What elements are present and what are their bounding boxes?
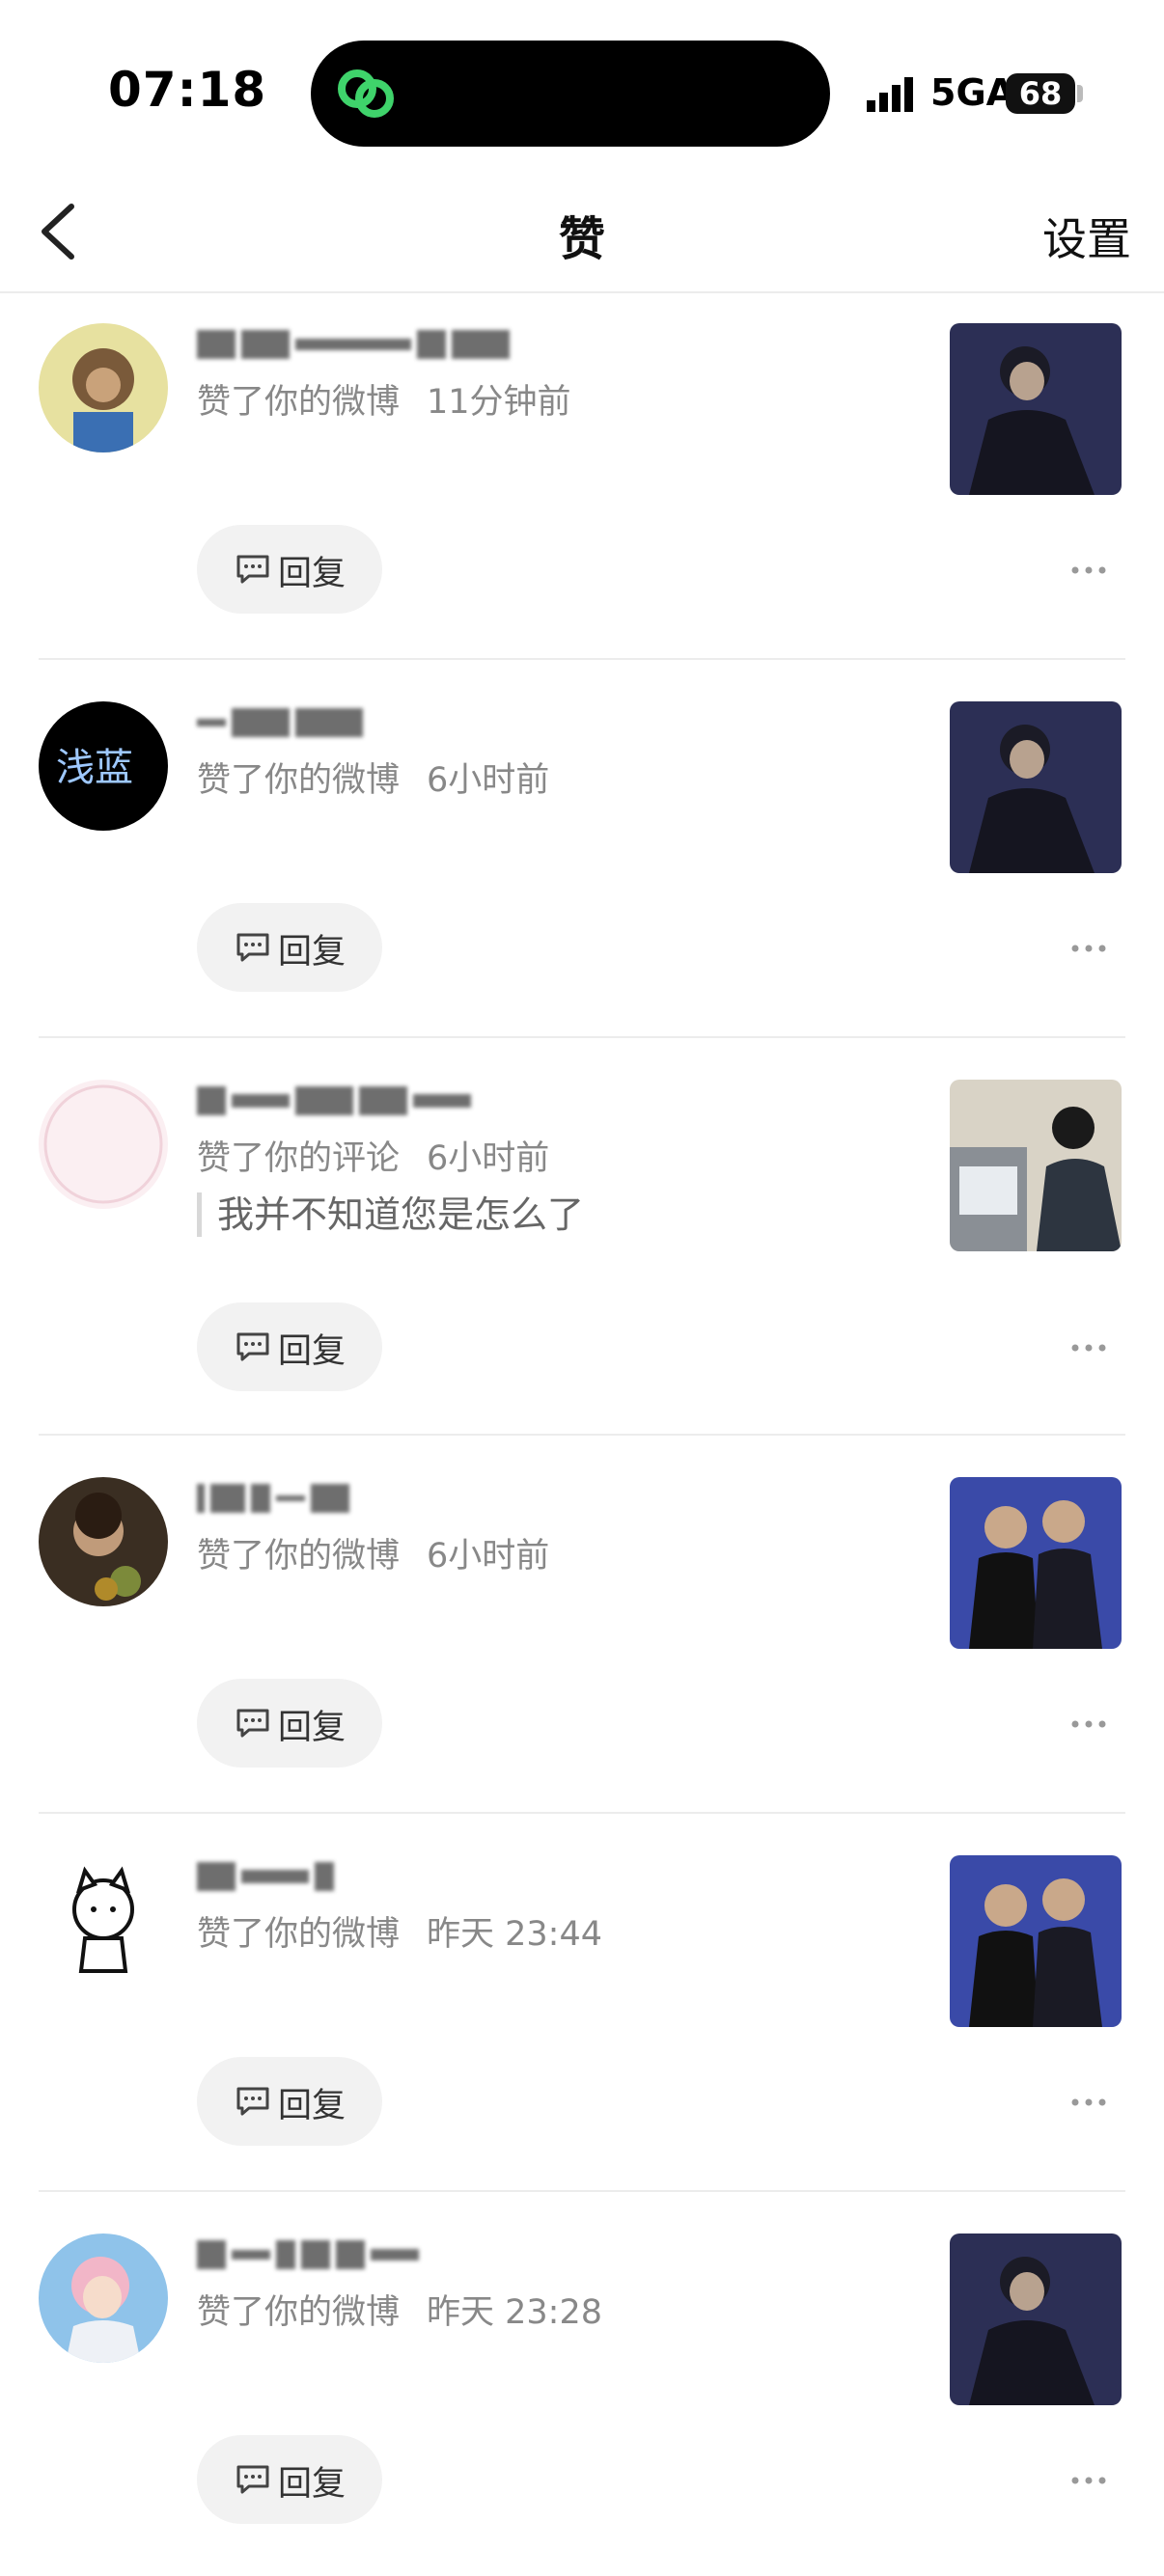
- action-text: 赞了你的微博: [197, 1915, 401, 1954]
- status-time: 07:18: [108, 62, 267, 118]
- timestamp: 6小时前: [427, 761, 550, 800]
- list-item[interactable]: 赞了你的微博 昨天 23:44 回复: [0, 1822, 1164, 2198]
- action-text: 赞了你的微博: [197, 383, 401, 422]
- divider: [39, 1036, 1125, 1038]
- network-type: 5GA: [930, 71, 1015, 114]
- username-blurred[interactable]: [197, 1484, 602, 1528]
- username-blurred[interactable]: [197, 1862, 602, 1906]
- timestamp: 昨天 23:44: [427, 1915, 603, 1954]
- more-icon[interactable]: [1069, 1717, 1108, 1731]
- reply-label: 回复: [278, 2465, 346, 2504]
- signal-icon: [867, 77, 913, 112]
- avatar[interactable]: 浅蓝: [39, 701, 168, 831]
- like-action: 赞了你的微博 11分钟前: [197, 374, 571, 424]
- dynamic-island: [311, 41, 830, 147]
- page-title: 赞: [558, 212, 605, 266]
- list-item[interactable]: 赞了你的微博 昨天 23:28 回复: [0, 2200, 1164, 2576]
- comment-icon: [236, 933, 269, 962]
- divider: [39, 2190, 1125, 2192]
- avatar[interactable]: [39, 323, 168, 452]
- reply-button[interactable]: 回复: [197, 903, 382, 992]
- post-thumbnail[interactable]: [950, 323, 1122, 495]
- reply-label: 回复: [278, 2087, 346, 2125]
- reply-label: 回复: [278, 1332, 346, 1371]
- divider: [39, 658, 1125, 660]
- status-bar: 07:18 5GA 68: [0, 0, 1164, 174]
- timestamp: 6小时前: [427, 1537, 550, 1576]
- action-text: 赞了你的微博: [197, 2293, 401, 2332]
- settings-button[interactable]: 设置: [1042, 205, 1131, 268]
- battery-level: 68: [1006, 73, 1075, 114]
- username-blurred[interactable]: [197, 708, 602, 753]
- reply-button[interactable]: 回复: [197, 1679, 382, 1768]
- username-blurred[interactable]: [197, 330, 602, 374]
- like-action: 赞了你的微博 昨天 23:28: [197, 2285, 602, 2334]
- timestamp: 6小时前: [427, 1139, 550, 1178]
- post-thumbnail[interactable]: [950, 701, 1122, 873]
- avatar[interactable]: [39, 1855, 168, 1985]
- like-action: 赞了你的微博 6小时前: [197, 753, 549, 802]
- action-text: 赞了你的微博: [197, 761, 401, 800]
- post-thumbnail[interactable]: [950, 1855, 1122, 2027]
- list-item[interactable]: 赞了你的微博 6小时前 回复: [0, 1443, 1164, 1820]
- reply-label: 回复: [278, 555, 346, 593]
- battery-icon: [1077, 85, 1083, 102]
- action-text: 赞了你的微博: [197, 1537, 401, 1576]
- timestamp: 昨天 23:28: [427, 2293, 603, 2332]
- quoted-comment: 我并不知道您是怎么了: [197, 1192, 584, 1237]
- more-icon[interactable]: [1069, 2474, 1108, 2487]
- like-action: 赞了你的评论 6小时前: [197, 1131, 549, 1180]
- list-item[interactable]: 赞了你的微博 11分钟前 回复: [0, 289, 1164, 666]
- avatar[interactable]: [39, 2233, 168, 2363]
- username-blurred[interactable]: [197, 1086, 602, 1131]
- like-action: 赞了你的微博 昨天 23:44: [197, 1906, 602, 1956]
- avatar[interactable]: [39, 1477, 168, 1606]
- reply-button[interactable]: 回复: [197, 1302, 382, 1391]
- timestamp: 11分钟前: [427, 383, 571, 422]
- more-icon[interactable]: [1069, 563, 1108, 577]
- post-thumbnail[interactable]: [950, 2233, 1122, 2405]
- svg-text:浅蓝: 浅蓝: [56, 746, 133, 790]
- divider: [39, 1434, 1125, 1436]
- link-icon: [338, 69, 394, 118]
- nav-bar: 赞 设置: [0, 174, 1164, 293]
- like-action: 赞了你的微博 6小时前: [197, 1528, 549, 1577]
- username-blurred[interactable]: [197, 2240, 602, 2285]
- divider: [39, 1812, 1125, 1814]
- list-item[interactable]: 赞了你的评论 6小时前 我并不知道您是怎么了 回复: [0, 1046, 1164, 1443]
- action-text: 赞了你的评论: [197, 1139, 401, 1178]
- reply-button[interactable]: 回复: [197, 2435, 382, 2524]
- comment-icon: [236, 1709, 269, 1738]
- reply-button[interactable]: 回复: [197, 2057, 382, 2146]
- post-thumbnail[interactable]: [950, 1477, 1122, 1649]
- comment-icon: [236, 2465, 269, 2494]
- avatar[interactable]: [39, 1080, 168, 1209]
- more-icon[interactable]: [1069, 1341, 1108, 1355]
- comment-icon: [236, 1332, 269, 1361]
- comment-icon: [236, 2087, 269, 2116]
- more-icon[interactable]: [1069, 2096, 1108, 2109]
- reply-label: 回复: [278, 1709, 346, 1747]
- reply-button[interactable]: 回复: [197, 525, 382, 614]
- more-icon[interactable]: [1069, 942, 1108, 955]
- post-thumbnail[interactable]: [950, 1080, 1122, 1251]
- reply-label: 回复: [278, 933, 346, 972]
- list-item[interactable]: 浅蓝 赞了你的微博 6小时前 回复: [0, 668, 1164, 1044]
- comment-icon: [236, 555, 269, 584]
